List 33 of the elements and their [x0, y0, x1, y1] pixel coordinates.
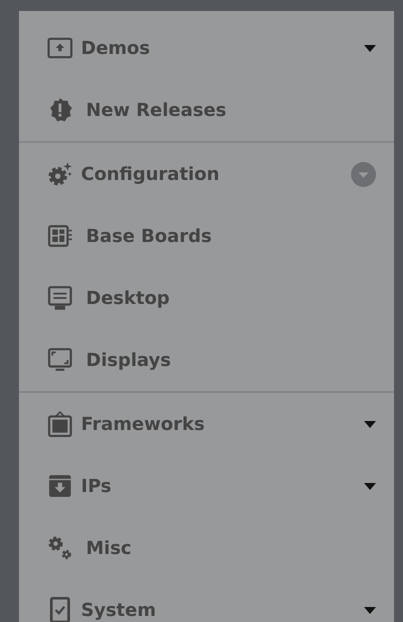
archive-icon [47, 473, 73, 499]
menu-link[interactable]: Displays [19, 329, 394, 391]
caret-icon[interactable] [364, 482, 376, 490]
item-label: Frameworks [81, 414, 205, 434]
menu-link[interactable]: Base Boards [19, 205, 394, 267]
menu-item[interactable]: Frameworks [19, 393, 394, 455]
caret-icon[interactable] [364, 44, 376, 52]
monitor-icon [47, 285, 73, 311]
menu-link[interactable]: New Releases [19, 79, 394, 141]
item-label: Displays [86, 350, 171, 370]
item-label: New Releases [86, 100, 226, 120]
item-label: Base Boards [86, 226, 212, 246]
caret-icon[interactable] [364, 606, 376, 614]
phone-check-icon [47, 597, 73, 622]
gears-icon [47, 535, 73, 561]
item-label: System [81, 600, 156, 620]
menu-item[interactable]: Configuration [19, 143, 394, 205]
menu-item[interactable]: IPs [19, 455, 394, 517]
item-label: Desktop [86, 288, 170, 308]
item-label: IPs [81, 476, 112, 496]
upload-box-icon [47, 35, 73, 61]
board-icon [47, 223, 73, 249]
menu-link[interactable]: Desktop [19, 267, 394, 329]
menu-item[interactable]: Demos [19, 17, 394, 79]
menu-link[interactable]: Misc [19, 517, 394, 579]
display-icon [47, 347, 73, 373]
item-label: Demos [81, 38, 150, 58]
caret-icon[interactable] [364, 420, 376, 428]
item-label: Misc [86, 538, 132, 558]
clipboard-icon [47, 411, 73, 437]
item-label: Configuration [81, 164, 220, 184]
gear-sparkle-icon [47, 161, 73, 187]
menu-item[interactable]: System [19, 579, 394, 622]
